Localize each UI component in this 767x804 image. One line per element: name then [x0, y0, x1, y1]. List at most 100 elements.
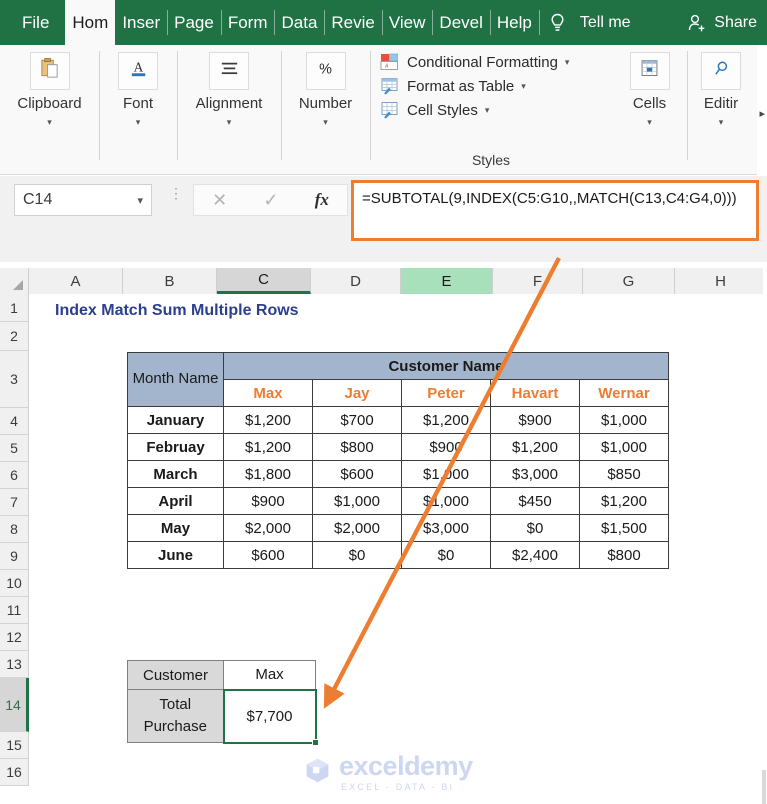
ribbon-group-alignment[interactable]: Alignment ▾ [177, 45, 281, 174]
row-header-11[interactable]: 11 [0, 597, 29, 624]
cancel-icon[interactable]: ✕ [212, 190, 227, 211]
table-cell: $800 [579, 541, 669, 569]
ribbon-tab-label: Hom [72, 12, 109, 32]
tell-me-box[interactable]: Tell me [538, 0, 641, 45]
selected-cell-c14[interactable]: $7,700 [222, 688, 319, 746]
row-header-7[interactable]: 7 [0, 489, 29, 516]
editing-button[interactable] [701, 52, 741, 90]
ribbon-group-cells[interactable]: Cells ▾ [612, 45, 687, 174]
alignment-button[interactable] [209, 52, 249, 90]
row-header-4[interactable]: 4 [0, 408, 29, 435]
row-header-5[interactable]: 5 [0, 435, 29, 462]
conditional-formatting-item[interactable]: # Conditional Formatting ▾ [380, 53, 602, 71]
column-header-c[interactable]: C [217, 268, 311, 294]
row-header-3[interactable]: 3 [0, 351, 29, 408]
select-all-corner[interactable] [0, 268, 29, 294]
month-label: April [127, 487, 224, 515]
worksheet-grid[interactable]: Index Match Sum Multiple Rows Month Name… [30, 294, 767, 804]
ribbon-tab-file[interactable]: File [0, 0, 65, 45]
month-label: March [127, 460, 224, 488]
chevron-down-icon[interactable]: ▾ [485, 105, 490, 116]
fill-handle[interactable] [311, 738, 319, 746]
table-cell: $1,800 [223, 460, 313, 488]
row-header-14[interactable]: 14 [0, 678, 29, 732]
ribbon-tab-page-layout[interactable]: Page [167, 0, 221, 45]
ribbon-tab-insert[interactable]: Inser [115, 0, 167, 45]
chevron-down-icon[interactable]: ▾ [719, 117, 724, 128]
column-header-a[interactable]: A [29, 268, 123, 294]
ribbon-tab-formulas[interactable]: Form [220, 0, 275, 45]
name-box[interactable]: C14 ▾ [14, 184, 152, 216]
chevron-down-icon[interactable]: ▾ [565, 57, 570, 68]
row-header-8[interactable]: 8 [0, 516, 29, 543]
column-header-d[interactable]: D [311, 268, 401, 294]
cells-button[interactable] [629, 52, 670, 90]
row-header-12[interactable]: 12 [0, 624, 29, 651]
table-cell: $0 [312, 541, 402, 569]
chevron-down-icon[interactable]: ▾ [227, 117, 232, 128]
chevron-down-icon[interactable]: ▾ [136, 117, 141, 128]
ribbon-group-editing[interactable]: Editir ▾ [687, 45, 755, 174]
table-cell: $1,000 [401, 460, 491, 488]
column-header-b[interactable]: B [123, 268, 217, 294]
column-header-g[interactable]: G [583, 268, 675, 294]
result-customer-value[interactable]: Max [223, 660, 316, 690]
drag-handle-dots[interactable]: ⋮ [169, 186, 183, 200]
insert-function-icon[interactable]: fx [315, 190, 329, 210]
month-name-header: Month Name [127, 352, 224, 407]
ribbon-tab-label: Inser [122, 12, 161, 32]
ribbon-overflow-arrow[interactable]: ▸ [759, 107, 765, 120]
row-header-13[interactable]: 13 [0, 651, 29, 678]
ribbon-tab-review[interactable]: Revie [324, 0, 381, 45]
font-button[interactable]: A [118, 52, 158, 90]
month-label: January [127, 406, 224, 434]
chevron-down-icon[interactable]: ▾ [323, 117, 328, 128]
excel-window: File Hom Inser Page Form Data Revie View… [0, 0, 767, 804]
row-header-6[interactable]: 6 [0, 462, 29, 489]
chevron-down-icon[interactable]: ▾ [647, 117, 652, 128]
formula-input[interactable]: =SUBTOTAL(9,INDEX(C5:G10,,MATCH(C13,C4:G… [351, 180, 759, 241]
customer-header-peter: Peter [401, 379, 491, 407]
share-person-icon [687, 13, 707, 33]
row-header-15[interactable]: 15 [0, 732, 29, 759]
clipboard-button[interactable] [29, 52, 70, 90]
number-button[interactable]: % [305, 52, 346, 90]
exceldemy-watermark: exceldemy EXCEL - DATA - BI [303, 753, 473, 792]
table-header-row-group: Month Name Customer Name [127, 352, 669, 407]
confirm-check-icon[interactable]: ✓ [263, 190, 278, 211]
table-row: January $1,200 $700 $1,200 $900 $1,000 [127, 406, 669, 434]
ribbon-tab-home[interactable]: Hom [65, 0, 116, 45]
ribbon-tab-help[interactable]: Help [489, 0, 539, 45]
column-header-e[interactable]: E [401, 268, 493, 294]
ribbon-group-clipboard[interactable]: Clipboard ▾ [0, 45, 99, 174]
column-header-f[interactable]: F [493, 268, 583, 294]
ribbon-group-font[interactable]: A Font ▾ [99, 45, 177, 174]
chevron-down-icon[interactable]: ▾ [137, 194, 143, 207]
ribbon-group-number[interactable]: % Number ▾ [281, 45, 370, 174]
row-header-2[interactable]: 2 [0, 322, 29, 351]
chevron-down-icon[interactable]: ▾ [47, 117, 52, 128]
column-header-h[interactable]: H [675, 268, 767, 294]
lightbulb-icon [549, 13, 566, 33]
format-as-table-icon [380, 77, 400, 95]
ribbon-tab-data[interactable]: Data [274, 0, 324, 45]
format-as-table-item[interactable]: Format as Table ▾ [380, 77, 602, 95]
cells-icon [639, 58, 660, 84]
chevron-down-icon[interactable]: ▾ [521, 81, 526, 92]
table-row: Februay $1,200 $800 $900 $1,200 $1,000 [127, 433, 669, 461]
ribbon-tab-developer[interactable]: Devel [432, 0, 489, 45]
result-summary-table: Customer Max Total Purchase $7,700 [127, 660, 319, 746]
row-header-10[interactable]: 10 [0, 570, 29, 597]
share-button[interactable]: Share [687, 0, 767, 45]
row-header-16[interactable]: 16 [0, 759, 29, 786]
month-label: Februay [127, 433, 224, 461]
ribbon-tab-view[interactable]: View [381, 0, 433, 45]
cell-styles-item[interactable]: Cell Styles ▾ [380, 101, 602, 119]
cells-group-label: Cells [632, 95, 667, 112]
number-group-label: Number [298, 95, 353, 112]
result-total-value: $7,700 [246, 707, 293, 725]
row-header-9[interactable]: 9 [0, 543, 29, 570]
vertical-scrollbar-thumb[interactable] [762, 770, 766, 804]
row-header-1[interactable]: 1 [0, 294, 29, 322]
customer-header-jay: Jay [312, 379, 402, 407]
